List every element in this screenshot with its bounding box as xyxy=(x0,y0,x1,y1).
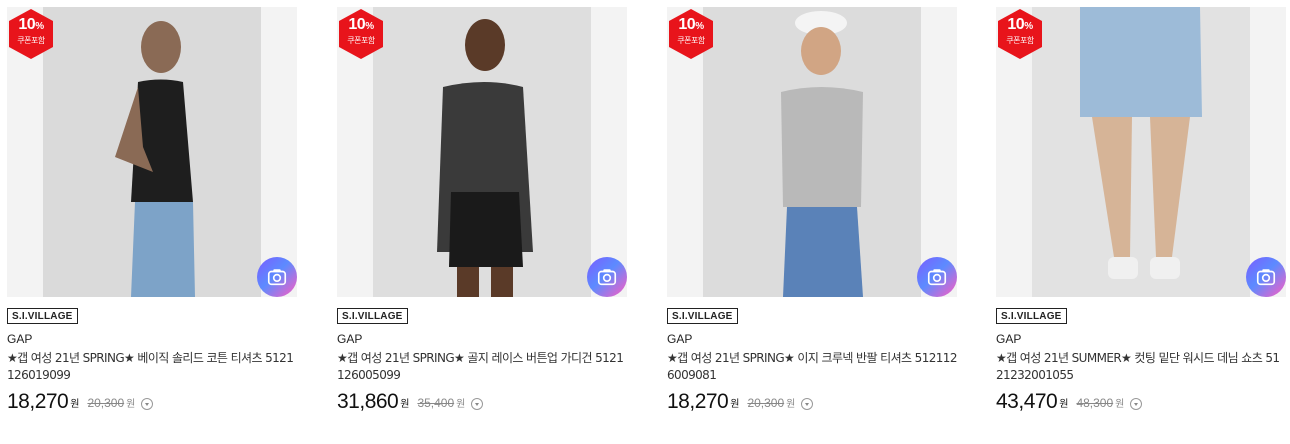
product-image-area[interactable]: 10% 쿠폰포함 xyxy=(996,7,1286,297)
product-image-area[interactable]: 10% 쿠폰포함 xyxy=(7,7,297,297)
original-price-unit: 원 xyxy=(786,399,796,410)
mall-badge: S.I.VILLAGE xyxy=(996,308,1067,324)
price-row: 43,470 원 48,300 원 xyxy=(996,389,1286,413)
product-grid: 10% 쿠폰포함 S.I.VILLAGE GAP ★갭 여성 21년 SPRIN… xyxy=(0,0,1290,444)
coupon-label: 쿠폰포함 xyxy=(347,36,375,45)
product-card[interactable]: 10% 쿠폰포함 S.I.VILLAGE GAP ★갭 여성 21년 SPRIN… xyxy=(7,7,297,437)
original-price: 20,300 xyxy=(747,396,785,410)
price-row: 18,270 원 20,300 원 xyxy=(667,389,957,413)
product-title[interactable]: ★갭 여성 21년 SPRING★ 골지 레이스 버튼업 가디건 5121126… xyxy=(337,350,627,384)
model-silhouette xyxy=(437,19,533,297)
original-price-unit: 원 xyxy=(126,399,136,410)
camera-search-icon xyxy=(1256,269,1276,286)
original-price: 20,300 xyxy=(87,396,125,410)
price-unit: 원 xyxy=(730,399,740,410)
coupon-label: 쿠폰포함 xyxy=(1006,36,1034,45)
product-card[interactable]: 10% 쿠폰포함 S.I.VILLAGE GAP ★갭 여성 21년 SPRIN… xyxy=(337,7,627,437)
sale-price: 18,270 xyxy=(667,390,729,413)
product-photo[interactable] xyxy=(703,7,921,297)
product-photo[interactable] xyxy=(1032,7,1250,297)
chevron-down-circle-icon[interactable] xyxy=(1130,398,1143,410)
product-image-area[interactable]: 10% 쿠폰포함 xyxy=(337,7,627,297)
original-price-unit: 원 xyxy=(1115,399,1125,410)
original-price-unit: 원 xyxy=(456,399,466,410)
product-image-area[interactable]: 10% 쿠폰포함 xyxy=(667,7,957,297)
product-card[interactable]: 10% 쿠폰포함 S.I.VILLAGE GAP ★갭 여성 21년 SUMME… xyxy=(996,7,1286,437)
chevron-down-circle-icon[interactable] xyxy=(801,398,814,410)
price-unit: 원 xyxy=(1059,399,1069,410)
camera-search-icon xyxy=(267,269,287,286)
discount-percent: 10% xyxy=(1007,16,1033,33)
brand-name: GAP xyxy=(996,332,1022,346)
discount-percent: 10% xyxy=(678,16,704,33)
camera-search-button[interactable] xyxy=(587,257,627,297)
original-price: 35,400 xyxy=(417,396,455,410)
coupon-label: 쿠폰포함 xyxy=(17,36,45,45)
brand-name: GAP xyxy=(337,332,363,346)
product-title[interactable]: ★갭 여성 21년 SPRING★ 이지 크루넥 반팔 티셔츠 51211260… xyxy=(667,350,957,384)
sale-price: 43,470 xyxy=(996,390,1058,413)
price-row: 31,860 원 35,400 원 xyxy=(337,389,627,413)
product-title[interactable]: ★갭 여성 21년 SUMMER★ 컷팅 밑단 워시드 데님 쇼츠 512123… xyxy=(996,350,1286,384)
camera-search-button[interactable] xyxy=(917,257,957,297)
camera-search-icon xyxy=(927,269,947,286)
product-title[interactable]: ★갭 여성 21년 SPRING★ 베이직 솔리드 코튼 티셔츠 5121126… xyxy=(7,350,297,384)
camera-search-icon xyxy=(597,269,617,286)
mall-badge: S.I.VILLAGE xyxy=(7,308,78,324)
price-row: 18,270 원 20,300 원 xyxy=(7,389,297,413)
model-silhouette xyxy=(1080,7,1202,279)
sale-price: 31,860 xyxy=(337,390,399,413)
sale-price: 18,270 xyxy=(7,390,69,413)
mall-badge: S.I.VILLAGE xyxy=(667,308,738,324)
brand-name: GAP xyxy=(667,332,693,346)
camera-search-button[interactable] xyxy=(257,257,297,297)
product-card[interactable]: 10% 쿠폰포함 S.I.VILLAGE GAP ★갭 여성 21년 SPRIN… xyxy=(667,7,957,437)
model-silhouette xyxy=(115,21,195,297)
chevron-down-circle-icon[interactable] xyxy=(141,398,154,410)
original-price: 48,300 xyxy=(1076,396,1114,410)
discount-percent: 10% xyxy=(348,16,374,33)
coupon-label: 쿠폰포함 xyxy=(677,36,705,45)
camera-search-button[interactable] xyxy=(1246,257,1286,297)
mall-badge: S.I.VILLAGE xyxy=(337,308,408,324)
chevron-down-circle-icon[interactable] xyxy=(471,398,484,410)
product-photo[interactable] xyxy=(43,7,261,297)
product-photo[interactable] xyxy=(373,7,591,297)
brand-name: GAP xyxy=(7,332,33,346)
discount-percent: 10% xyxy=(18,16,44,33)
price-unit: 원 xyxy=(70,399,80,410)
model-silhouette xyxy=(781,11,863,297)
price-unit: 원 xyxy=(400,399,410,410)
